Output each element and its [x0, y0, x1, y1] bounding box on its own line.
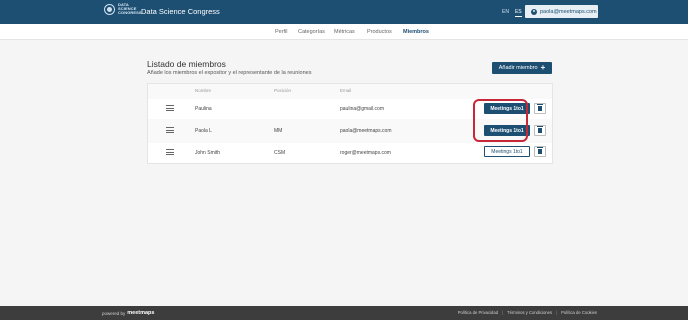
user-email: paola@meetmaps.com — [540, 8, 597, 15]
drag-handle-icon[interactable] — [166, 149, 174, 155]
footer-divider: | — [556, 310, 558, 315]
cookies-link[interactable]: Política de Cookies — [561, 310, 597, 315]
section-nav: Perfil Categorías Métricas Productos Mie… — [0, 24, 688, 40]
column-header-email: Email — [340, 88, 352, 93]
terms-link[interactable]: Términos y Condiciones — [507, 310, 552, 315]
user-icon — [531, 8, 537, 15]
add-member-label: Añadir miembro — [498, 65, 538, 71]
logo-text: DATA SCIENCE CONGRESS — [118, 2, 142, 15]
trash-icon — [537, 126, 543, 133]
tab-categorias[interactable]: Categorías — [298, 29, 325, 35]
member-email: roger@meetmaps.com — [340, 150, 391, 156]
member-email: paola@meetmaps.com — [340, 128, 392, 134]
footer-divider: | — [502, 310, 504, 315]
drag-handle-icon[interactable] — [166, 105, 174, 111]
tab-metricas[interactable]: Métricas — [334, 29, 355, 35]
tab-productos[interactable]: Productos — [367, 29, 392, 35]
member-name: John Smith — [195, 150, 221, 156]
tab-miembros[interactable]: Miembros — [403, 29, 429, 35]
footer-links: Política de Privacidad | Términos y Cond… — [458, 310, 597, 315]
page-subtitle: Añade los miembros el expositor y el rep… — [147, 70, 312, 76]
app-title: Data Science Congress — [141, 7, 220, 16]
drag-handle-icon[interactable] — [166, 127, 174, 133]
logo-badge-icon — [104, 3, 115, 15]
plus-icon: + — [540, 63, 546, 72]
add-member-button[interactable]: Añadir miembro + — [492, 62, 552, 74]
lang-en[interactable]: EN — [502, 9, 509, 17]
member-name: Paola L — [195, 128, 212, 134]
powered-by: powered by meetmaps — [102, 310, 155, 316]
language-switcher: EN ES — [502, 9, 522, 17]
annotation-highlight — [473, 99, 528, 142]
top-header: DATA SCIENCE CONGRESS Data Science Congr… — [0, 0, 688, 24]
congress-logo[interactable]: DATA SCIENCE CONGRESS — [104, 3, 142, 15]
meetings-1to1-button[interactable]: Meetings 1to1 — [484, 146, 530, 157]
meetmaps-logo[interactable]: meetmaps — [127, 310, 154, 316]
delete-member-button[interactable] — [534, 146, 546, 157]
member-name: Paulina — [195, 106, 212, 112]
trash-icon — [537, 147, 543, 154]
column-header-position: Posición — [274, 88, 292, 93]
member-email: paulina@gmail.com — [340, 106, 384, 112]
delete-member-button[interactable] — [534, 125, 546, 136]
delete-member-button[interactable] — [534, 103, 546, 114]
privacy-link[interactable]: Política de Privacidad — [458, 310, 498, 315]
page-title: Listado de miembros — [147, 59, 226, 69]
tab-perfil[interactable]: Perfil — [275, 29, 288, 35]
lang-es[interactable]: ES — [514, 9, 522, 17]
page-footer: powered by meetmaps Política de Privacid… — [0, 306, 688, 320]
column-header-name: Nombre — [195, 88, 212, 93]
user-account-button[interactable]: paola@meetmaps.com — [525, 5, 598, 18]
member-position: MM — [274, 128, 283, 134]
table-row: John Smith CSM roger@meetmaps.com Meetin… — [148, 143, 552, 163]
member-position: CSM — [274, 150, 286, 156]
trash-icon — [537, 104, 543, 111]
